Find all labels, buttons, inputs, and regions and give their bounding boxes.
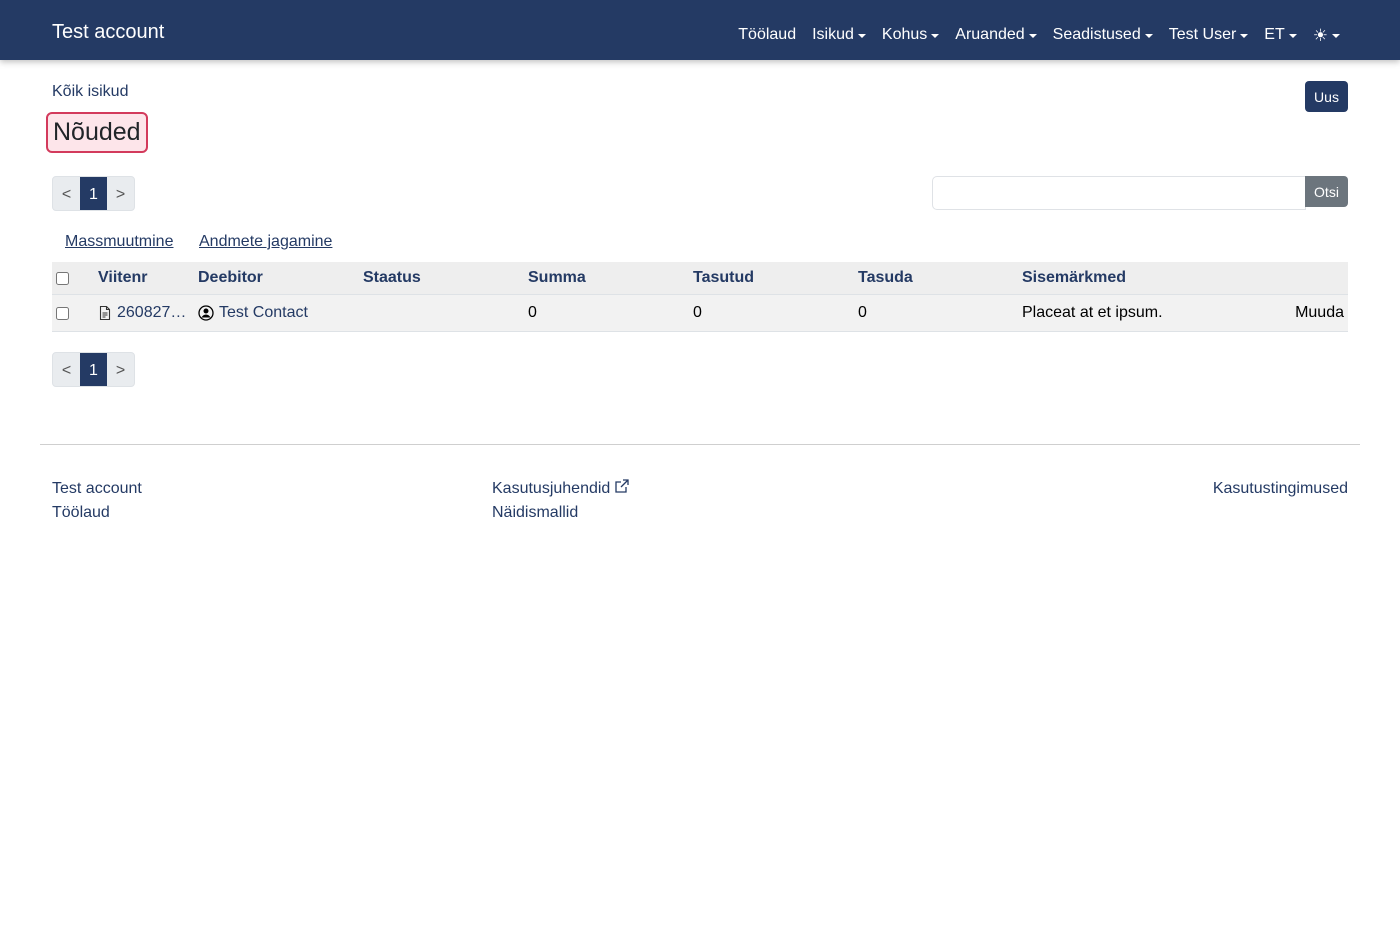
pagination-next-button[interactable]: > bbox=[107, 353, 134, 386]
row-select-cell bbox=[56, 295, 69, 331]
edit-link[interactable]: Muuda bbox=[1295, 295, 1344, 331]
ref-link[interactable]: 260827… bbox=[117, 304, 186, 322]
search-input[interactable] bbox=[932, 176, 1306, 210]
caret-down-icon bbox=[1288, 33, 1297, 38]
sun-icon: ☀ bbox=[1312, 25, 1328, 45]
brand-link[interactable]: Test account bbox=[52, 0, 164, 60]
pagination-next-button[interactable]: > bbox=[107, 177, 134, 210]
caret-down-icon bbox=[931, 33, 940, 38]
footer-terms-link[interactable]: Kasutustingimused bbox=[1213, 480, 1348, 498]
pagination-prev-button[interactable]: < bbox=[53, 353, 80, 386]
caret-down-icon bbox=[1028, 33, 1037, 38]
breadcrumb-all-persons[interactable]: Kõik isikud bbox=[52, 83, 128, 101]
footer-guides-link[interactable]: Kasutusjuhendid bbox=[492, 480, 610, 497]
file-text-icon bbox=[98, 305, 112, 321]
header-paid[interactable]: Tasutud bbox=[693, 262, 754, 294]
ref-cell: 260827… bbox=[98, 295, 193, 331]
nav-menu: Töölaud Isikud Kohus Aruanded Seadistuse… bbox=[738, 0, 1340, 70]
external-link-icon bbox=[614, 478, 630, 499]
new-button[interactable]: Uus bbox=[1305, 81, 1348, 112]
footer-account-link[interactable]: Test account bbox=[52, 480, 142, 498]
pagination-page-button[interactable]: 1 bbox=[80, 353, 107, 386]
table-header: Viitenr Deebitor Staatus Summa Tasutud T… bbox=[52, 262, 1348, 295]
footer-dashboard-link[interactable]: Töölaud bbox=[52, 504, 110, 522]
header-status[interactable]: Staatus bbox=[363, 262, 421, 294]
nav-item-user[interactable]: Test User bbox=[1169, 26, 1249, 44]
caret-down-icon bbox=[857, 33, 866, 38]
nav-item-aruanded[interactable]: Aruanded bbox=[955, 26, 1037, 44]
header-ref[interactable]: Viitenr bbox=[98, 262, 148, 294]
theme-toggle[interactable]: ☀ bbox=[1313, 27, 1340, 44]
top-navbar: Test account Töölaud Isikud Kohus Aruand… bbox=[0, 0, 1400, 60]
nav-item-kohus[interactable]: Kohus bbox=[882, 26, 940, 44]
pagination-bottom: < 1 > bbox=[52, 352, 135, 387]
table-row: 260827… Test Contact 0 0 0 Placeat at et… bbox=[52, 295, 1348, 332]
due-cell: 0 bbox=[858, 304, 867, 321]
footer-divider bbox=[40, 444, 1360, 445]
pagination-top: < 1 > bbox=[52, 176, 135, 211]
claims-table: Viitenr Deebitor Staatus Summa Tasutud T… bbox=[52, 262, 1348, 332]
sum-cell: 0 bbox=[528, 304, 537, 321]
notes-cell: Placeat at et ipsum. bbox=[1022, 304, 1163, 321]
row-checkbox[interactable] bbox=[56, 306, 69, 320]
search-button[interactable]: Otsi bbox=[1305, 176, 1348, 207]
nav-item-language[interactable]: ET bbox=[1264, 26, 1297, 44]
debtor-link[interactable]: Test Contact bbox=[219, 304, 308, 322]
nav-item-seadistused[interactable]: Seadistused bbox=[1053, 26, 1153, 44]
select-all-checkbox[interactable] bbox=[56, 271, 69, 285]
header-notes[interactable]: Sisemärkmed bbox=[1022, 262, 1126, 294]
header-debtor[interactable]: Deebitor bbox=[198, 262, 263, 294]
person-circle-icon bbox=[198, 305, 214, 321]
header-sum[interactable]: Summa bbox=[528, 262, 586, 294]
select-all-cell bbox=[56, 262, 69, 294]
header-due[interactable]: Tasuda bbox=[858, 262, 913, 294]
caret-down-icon bbox=[1144, 33, 1153, 38]
nav-item-isikud[interactable]: Isikud bbox=[812, 26, 866, 44]
mass-edit-link[interactable]: Massmuutmine bbox=[65, 233, 173, 251]
pagination-page-button[interactable]: 1 bbox=[80, 177, 107, 210]
paid-cell: 0 bbox=[693, 304, 702, 321]
footer-guides-item: Kasutusjuhendid bbox=[492, 478, 630, 499]
nav-item-toolaud[interactable]: Töölaud bbox=[738, 26, 796, 44]
page-title: Nõuded bbox=[46, 112, 148, 153]
caret-down-icon bbox=[1332, 33, 1340, 38]
caret-down-icon bbox=[1240, 33, 1249, 38]
pagination-prev-button[interactable]: < bbox=[53, 177, 80, 210]
data-sharing-link[interactable]: Andmete jagamine bbox=[199, 233, 332, 251]
debtor-cell: Test Contact bbox=[198, 295, 308, 331]
footer-templates-link[interactable]: Näidismallid bbox=[492, 504, 578, 522]
